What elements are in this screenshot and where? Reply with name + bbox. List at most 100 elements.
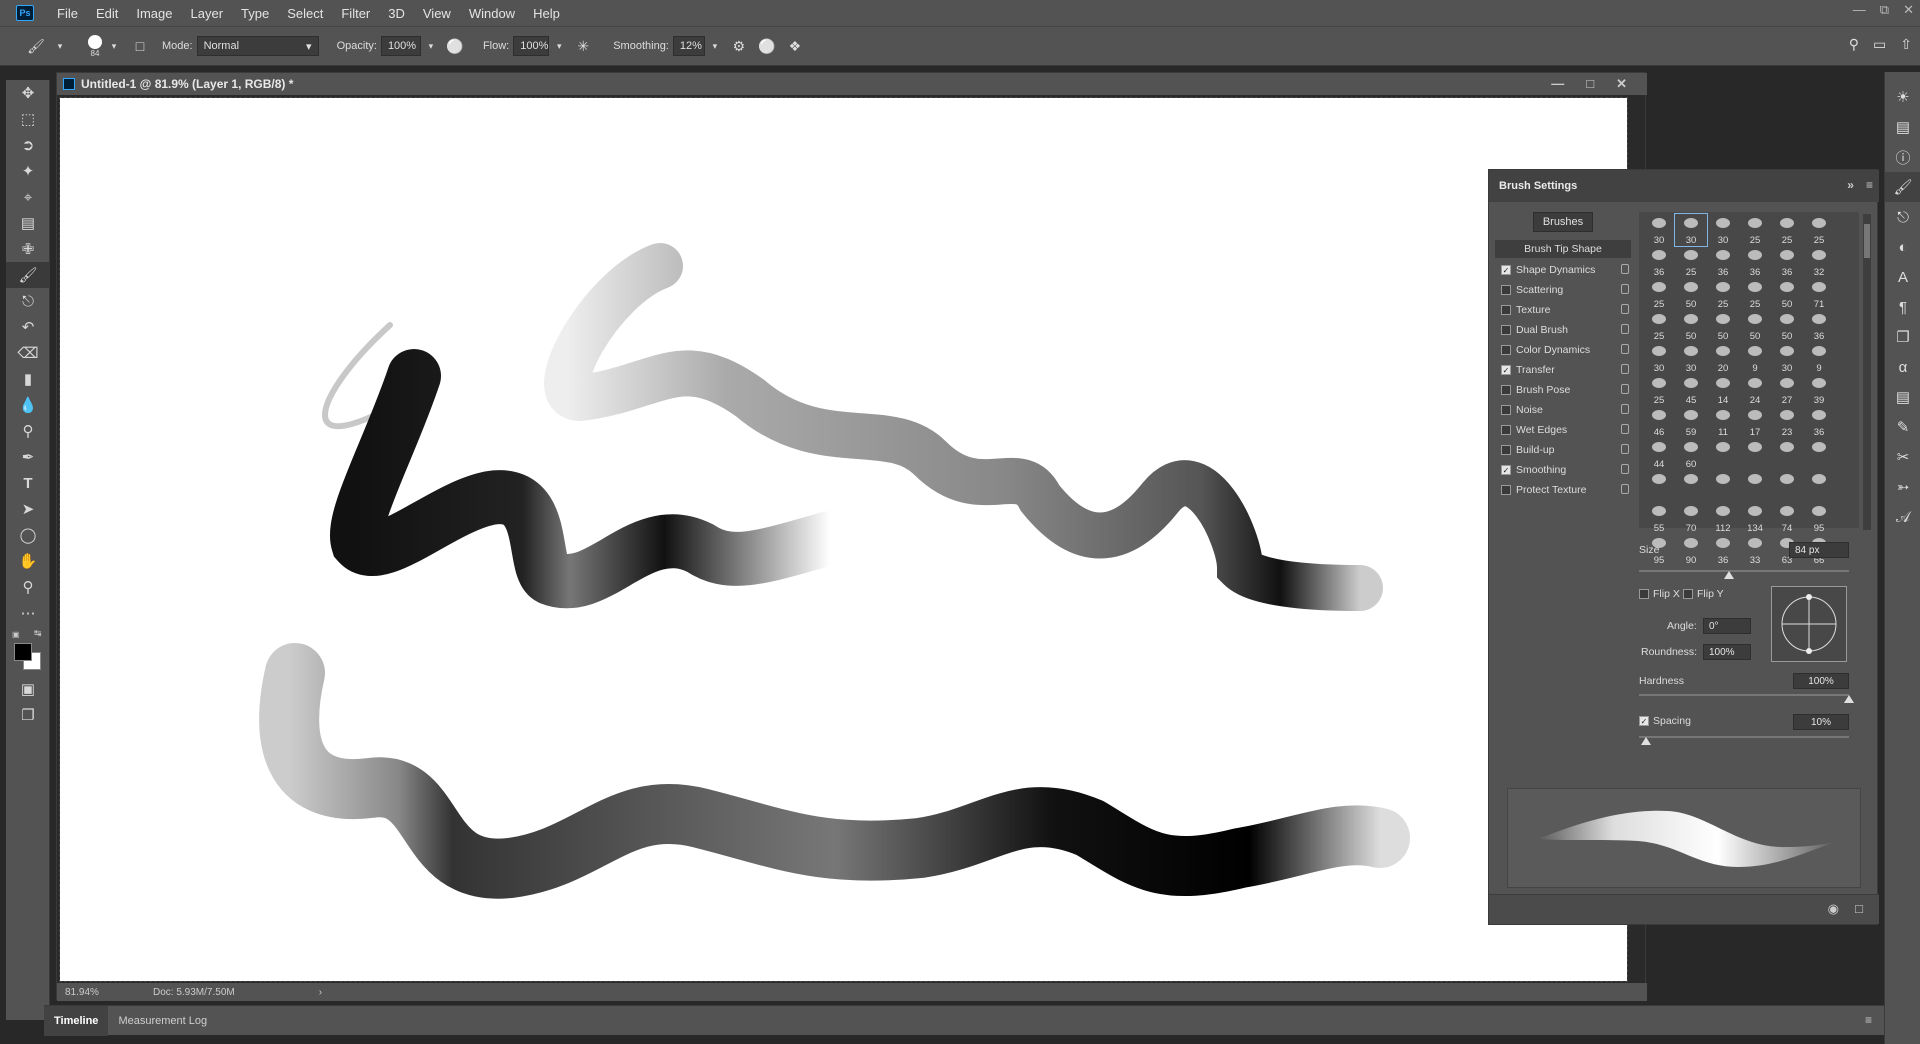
hardness-slider-knob[interactable]: [1844, 695, 1854, 703]
brush-preset[interactable]: [1771, 438, 1803, 470]
checkbox-icon[interactable]: [1501, 385, 1511, 395]
pen-tool-icon[interactable]: ✒: [6, 444, 50, 470]
brush-preset[interactable]: 25: [1643, 374, 1675, 406]
brush-preset[interactable]: [1675, 470, 1707, 502]
menu-type[interactable]: Type: [232, 6, 278, 21]
shape-tool-icon[interactable]: ◯: [6, 522, 50, 548]
angle-field[interactable]: 0°: [1703, 618, 1751, 634]
brush-preset[interactable]: 45: [1675, 374, 1707, 406]
brush-preset[interactable]: 60: [1675, 438, 1707, 470]
brush-preset[interactable]: 25: [1771, 214, 1803, 246]
lasso-tool-icon[interactable]: ➲: [6, 132, 50, 158]
brush-preset[interactable]: 50: [1771, 310, 1803, 342]
brush-preset[interactable]: [1707, 438, 1739, 470]
brush-preset[interactable]: 30: [1771, 342, 1803, 374]
checkbox-icon[interactable]: [1501, 325, 1511, 335]
brush-preset[interactable]: 25: [1739, 278, 1771, 310]
share-icon[interactable]: ⇧: [1900, 36, 1912, 53]
brush-preset[interactable]: 44: [1643, 438, 1675, 470]
lock-icon[interactable]: [1621, 484, 1629, 494]
canvas[interactable]: [59, 97, 1628, 982]
menu-help[interactable]: Help: [524, 6, 569, 21]
brush-preset[interactable]: 39: [1803, 374, 1835, 406]
brush-preset[interactable]: 50: [1675, 310, 1707, 342]
flip-y-option[interactable]: Flip Y: [1683, 588, 1724, 600]
brush-preset[interactable]: 25: [1739, 214, 1771, 246]
new-brush-icon[interactable]: □: [1855, 901, 1863, 916]
adjustments-icon[interactable]: ◐: [1885, 232, 1920, 262]
chevron-down-icon[interactable]: ▾: [50, 36, 70, 56]
brush-panel-toggle-icon[interactable]: □: [130, 36, 150, 56]
checkbox-icon[interactable]: [1501, 285, 1511, 295]
lock-icon[interactable]: [1621, 364, 1629, 374]
spacing-slider-track[interactable]: [1639, 736, 1849, 738]
checkbox-icon[interactable]: [1501, 305, 1511, 315]
brush-preset[interactable]: 90: [1675, 534, 1707, 566]
brush-preset[interactable]: 25: [1643, 310, 1675, 342]
brush-preset[interactable]: 95: [1803, 502, 1835, 534]
brush-preset[interactable]: 71: [1803, 278, 1835, 310]
checkbox-icon[interactable]: [1501, 405, 1511, 415]
brush-preset[interactable]: 74: [1771, 502, 1803, 534]
angle-roundness-widget[interactable]: [1771, 586, 1847, 662]
menu-window[interactable]: Window: [460, 6, 524, 21]
brush-preset-picker[interactable]: 84: [88, 34, 102, 58]
brush-preset[interactable]: 24: [1739, 374, 1771, 406]
lock-icon[interactable]: [1621, 444, 1629, 454]
brush-preset[interactable]: 27: [1771, 374, 1803, 406]
brush-preset[interactable]: [1643, 470, 1675, 502]
brush-preset[interactable]: [1771, 470, 1803, 502]
spacing-field[interactable]: 10%: [1793, 714, 1849, 730]
brush-preset[interactable]: [1739, 470, 1771, 502]
checkbox-icon[interactable]: [1683, 589, 1693, 599]
screen-mode-icon[interactable]: ❐: [6, 702, 50, 728]
brush-tip-shape-item[interactable]: Brush Tip Shape: [1495, 240, 1631, 258]
ruler-tool-icon[interactable]: ▤: [6, 210, 50, 236]
flip-x-option[interactable]: Flip X: [1639, 588, 1680, 600]
lock-icon[interactable]: [1621, 264, 1629, 274]
setting-color-dynamics[interactable]: Color Dynamics: [1495, 340, 1631, 360]
smoothing-field[interactable]: 12%: [672, 36, 705, 56]
lock-icon[interactable]: [1621, 284, 1629, 294]
brush-preset[interactable]: 17: [1739, 406, 1771, 438]
brush-preset[interactable]: 70: [1675, 502, 1707, 534]
healing-brush-tool-icon[interactable]: ✙: [6, 236, 50, 262]
setting-shape-dynamics[interactable]: ✓ Shape Dynamics: [1495, 260, 1631, 280]
eraser-tool-icon[interactable]: ⌫: [6, 340, 50, 366]
more-tools-icon[interactable]: ⋯: [6, 600, 50, 626]
brush-preset[interactable]: 50: [1675, 278, 1707, 310]
brush-preset[interactable]: 30: [1643, 214, 1675, 246]
history-brush-tool-icon[interactable]: ↶: [6, 314, 50, 340]
properties-icon[interactable]: ▤: [1885, 382, 1920, 412]
brush-preset[interactable]: 30: [1675, 342, 1707, 374]
setting-smoothing[interactable]: ✓ Smoothing: [1495, 460, 1631, 480]
brush-preset[interactable]: 23: [1771, 406, 1803, 438]
clone-source-icon[interactable]: ⎋: [1885, 202, 1920, 232]
checkbox-icon[interactable]: [1639, 589, 1649, 599]
info-icon[interactable]: ⓘ: [1885, 142, 1920, 172]
zoom-level[interactable]: 81.94%: [65, 987, 135, 998]
notes-icon[interactable]: ✎: [1885, 412, 1920, 442]
setting-transfer[interactable]: ✓ Transfer: [1495, 360, 1631, 380]
checkbox-checked-icon[interactable]: ✓: [1501, 265, 1511, 275]
dodge-tool-icon[interactable]: ⚲: [6, 418, 50, 444]
menu-filter[interactable]: Filter: [332, 6, 379, 21]
brush-preset[interactable]: 30: [1707, 214, 1739, 246]
symmetry-icon[interactable]: ❖: [785, 36, 805, 56]
airbrush-icon[interactable]: ✳: [573, 36, 593, 56]
brush-tool-icon[interactable]: 🖌: [26, 36, 46, 56]
brush-preset[interactable]: 25: [1707, 278, 1739, 310]
brush-preset[interactable]: 46: [1643, 406, 1675, 438]
chevron-down-icon[interactable]: ▾: [104, 36, 124, 56]
chevron-down-icon[interactable]: ▾: [705, 36, 725, 56]
brush-preset[interactable]: 36: [1707, 246, 1739, 278]
spacing-slider-knob[interactable]: [1641, 737, 1651, 745]
character-icon[interactable]: A: [1885, 262, 1920, 292]
opacity-field[interactable]: 100%: [380, 36, 421, 56]
minimize-icon[interactable]: —: [1853, 2, 1866, 18]
brush-preset[interactable]: 14: [1707, 374, 1739, 406]
crop-tool-icon[interactable]: ⌖: [6, 184, 50, 210]
menu-layer[interactable]: Layer: [182, 6, 233, 21]
toggle-visibility-icon[interactable]: ◉: [1828, 901, 1839, 917]
menu-select[interactable]: Select: [278, 6, 332, 21]
